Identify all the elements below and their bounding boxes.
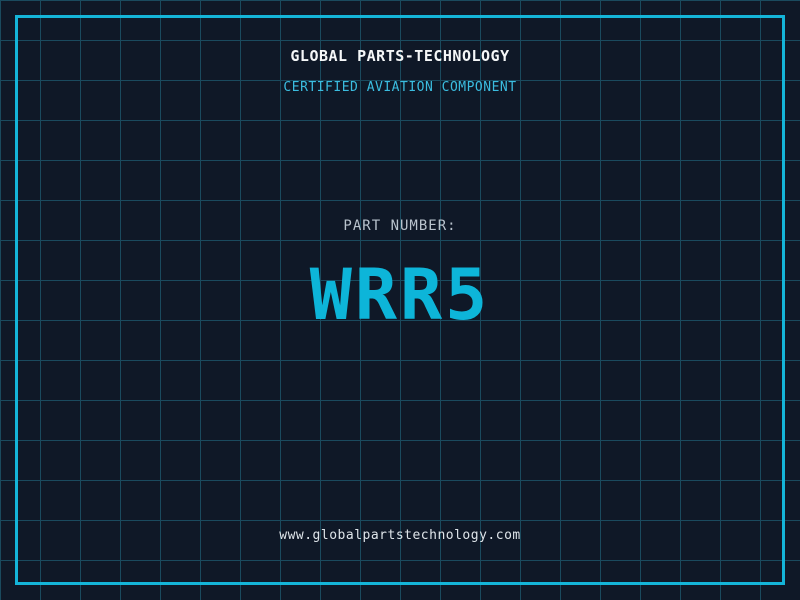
certificate-page: { "theme": { "background": "#0f1827", "g… <box>0 0 800 600</box>
certification-subtitle: CERTIFIED AVIATION COMPONENT <box>283 80 517 95</box>
part-number-label: PART NUMBER: <box>343 218 457 234</box>
part-number-value: WRR5 <box>309 254 491 336</box>
page-title: GLOBAL PARTS-TECHNOLOGY <box>290 47 510 65</box>
website-url: www.globalpartstechnology.com <box>279 528 521 543</box>
